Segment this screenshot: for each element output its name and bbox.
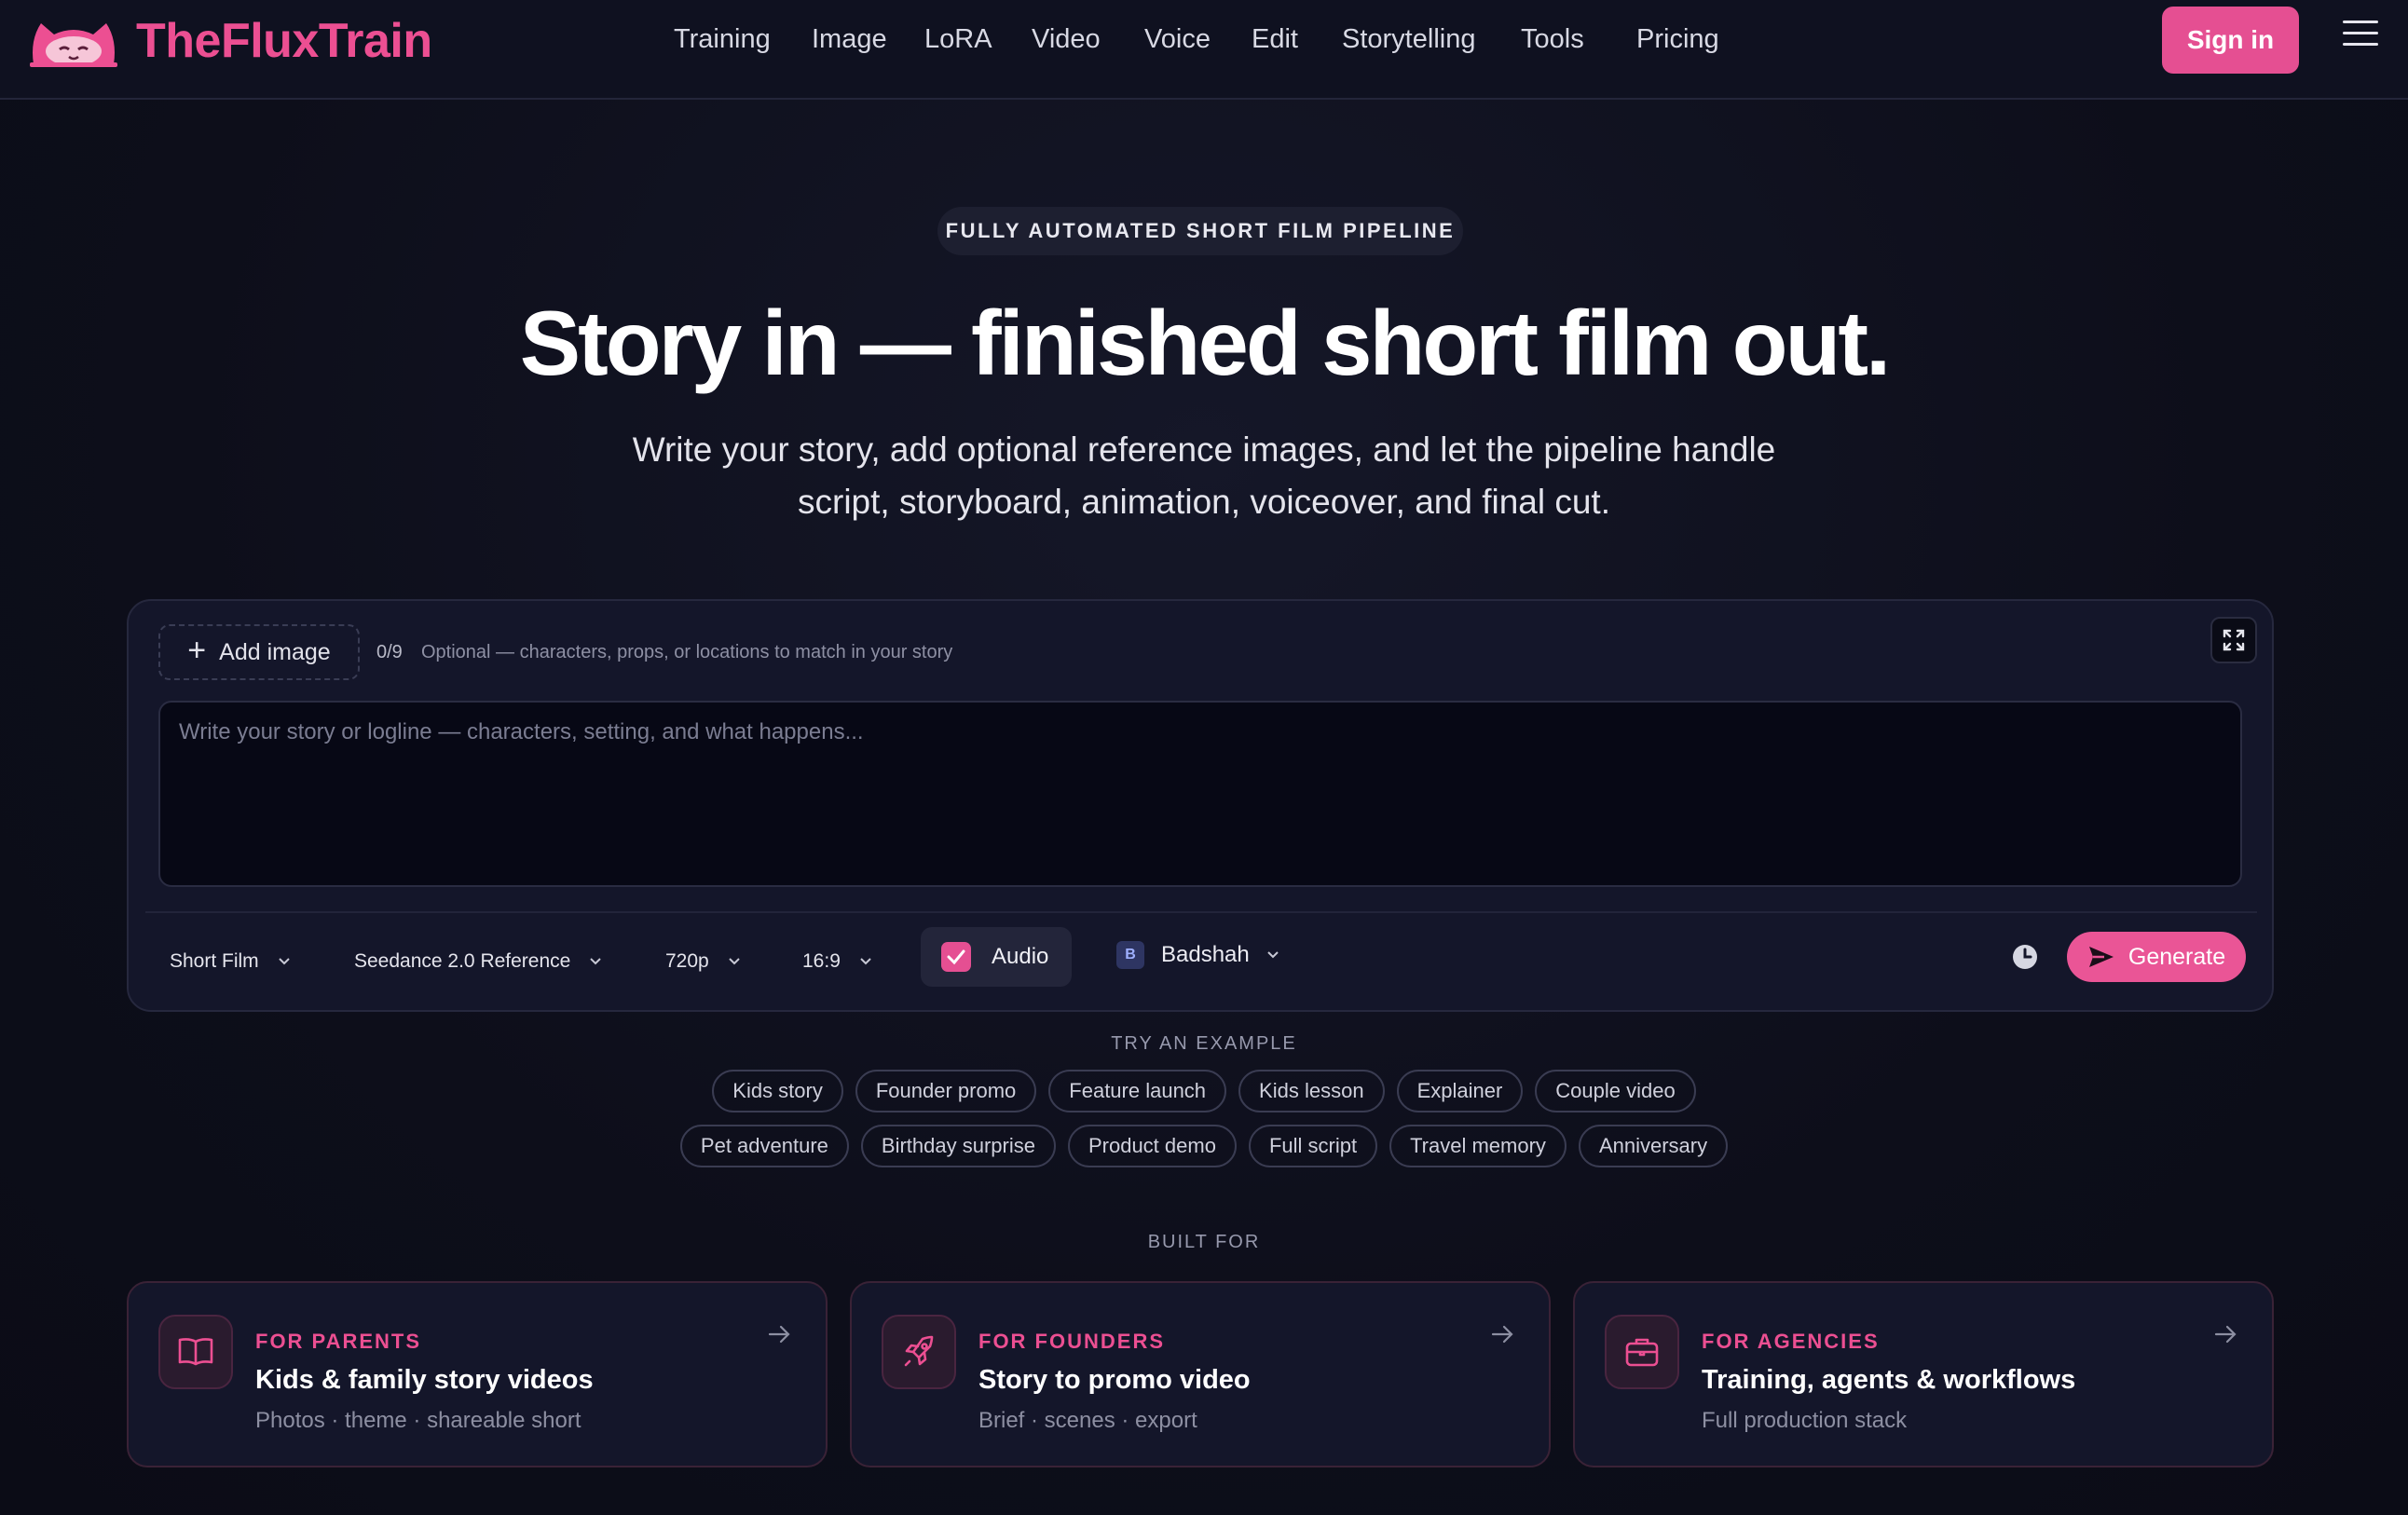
aspect-select[interactable]: 16:9	[802, 950, 872, 973]
hero-subtitle: Write your story, add optional reference…	[552, 424, 1856, 528]
nav-voice[interactable]: Voice	[1144, 24, 1211, 55]
example-chip[interactable]: Founder promo	[855, 1070, 1037, 1112]
arrow-right-icon	[2214, 1325, 2237, 1344]
examples-label: TRY AN EXAMPLE	[1111, 1033, 1297, 1054]
nav-video[interactable]: Video	[1032, 24, 1101, 55]
chevron-down-icon	[1267, 951, 1279, 959]
format-value: Short Film	[170, 950, 259, 972]
nav-storytelling[interactable]: Storytelling	[1342, 24, 1475, 55]
story-composer: + Add image 0/9 Optional — characters, p…	[127, 599, 2274, 1012]
example-chip[interactable]: Birthday surprise	[860, 1125, 1056, 1167]
hero-tag: FULLY AUTOMATED SHORT FILM PIPELINE	[937, 207, 1463, 255]
card-title: Training, agents & workflows	[1702, 1365, 2076, 1395]
nav-training[interactable]: Training	[674, 24, 771, 55]
logo-mascot-icon	[30, 23, 117, 67]
hamburger-icon[interactable]	[2343, 20, 2378, 48]
model-select[interactable]: Seedance 2.0 Reference	[354, 950, 602, 973]
hero-subtitle-line-1: Write your story, add optional reference…	[632, 430, 1776, 469]
example-chip[interactable]: Feature launch	[1048, 1070, 1227, 1112]
built-for-card-agencies[interactable]: FOR AGENCIES Training, agents & workflow…	[1573, 1281, 2274, 1467]
generate-label: Generate	[2128, 943, 2226, 970]
voice-select[interactable]: B Badshah	[1116, 941, 1279, 969]
example-chip[interactable]: Full script	[1248, 1125, 1378, 1167]
add-image-label: Add image	[219, 638, 331, 665]
card-subtitle: Brief · scenes · export	[978, 1408, 1197, 1433]
hero-title: Story in — finished short film out.	[519, 292, 1891, 394]
arrow-right-icon	[1491, 1325, 1513, 1344]
aspect-value: 16:9	[802, 950, 841, 972]
example-chip[interactable]: Couple video	[1535, 1070, 1696, 1112]
card-kicker: FOR FOUNDERS	[978, 1330, 1165, 1353]
example-chip[interactable]: Kids story	[712, 1070, 843, 1112]
nav-tools[interactable]: Tools	[1521, 24, 1584, 55]
arrow-right-icon	[768, 1325, 790, 1344]
resolution-value: 720p	[665, 950, 709, 972]
image-hint: Optional — characters, props, or locatio…	[421, 642, 953, 662]
chevron-down-icon	[729, 958, 740, 965]
voice-name: Badshah	[1161, 942, 1250, 967]
example-chip[interactable]: Product demo	[1067, 1125, 1237, 1167]
card-title: Story to promo video	[978, 1365, 1251, 1395]
history-clock-icon[interactable]	[2011, 943, 2039, 971]
image-count: 0/9	[376, 642, 403, 662]
example-chip[interactable]: Travel memory	[1389, 1125, 1567, 1167]
example-chips-row-1: Kids story Founder promo Feature launch …	[0, 1070, 2408, 1112]
example-chip[interactable]: Pet adventure	[679, 1125, 849, 1167]
model-value: Seedance 2.0 Reference	[354, 950, 571, 972]
composer-divider	[145, 911, 2257, 913]
brand-logo[interactable]: TheFluxTrain	[28, 13, 432, 69]
card-title: Kids & family story videos	[255, 1365, 594, 1395]
nav-pricing[interactable]: Pricing	[1636, 24, 1719, 55]
briefcase-icon	[1605, 1315, 1679, 1389]
card-subtitle: Full production stack	[1702, 1408, 1908, 1433]
chevron-down-icon	[860, 958, 871, 965]
card-subtitle: Photos · theme · shareable short	[255, 1408, 581, 1433]
resolution-select[interactable]: 720p	[665, 950, 741, 973]
brand-name: TheFluxTrain	[136, 14, 432, 68]
format-select[interactable]: Short Film	[170, 950, 291, 973]
top-navbar: TheFluxTrain Training Image LoRA Video V…	[0, 0, 2408, 100]
send-icon	[2088, 947, 2114, 967]
generate-button[interactable]: Generate	[2067, 932, 2246, 982]
audio-label: Audio	[992, 944, 1049, 969]
chevron-down-icon	[590, 958, 602, 965]
built-for-card-founders[interactable]: FOR FOUNDERS Story to promo video Brief …	[850, 1281, 1551, 1467]
audio-toggle[interactable]: Audio	[921, 927, 1072, 987]
add-image-button[interactable]: + Add image	[158, 624, 360, 680]
story-input[interactable]	[158, 701, 2242, 887]
nav-lora[interactable]: LoRA	[924, 24, 992, 55]
expand-icon[interactable]	[2210, 617, 2257, 663]
example-chip[interactable]: Anniversary	[1578, 1125, 1729, 1167]
example-chip[interactable]: Kids lesson	[1238, 1070, 1385, 1112]
book-icon	[158, 1315, 233, 1389]
nav-edit[interactable]: Edit	[1252, 24, 1298, 55]
card-kicker: FOR AGENCIES	[1702, 1330, 1880, 1353]
card-kicker: FOR PARENTS	[255, 1330, 422, 1353]
chevron-down-icon	[278, 958, 290, 965]
nav-image[interactable]: Image	[812, 24, 887, 55]
sign-in-button[interactable]: Sign in	[2162, 7, 2299, 74]
checkbox-checked-icon	[941, 942, 971, 972]
example-chip[interactable]: Explainer	[1396, 1070, 1524, 1112]
rocket-icon	[882, 1315, 956, 1389]
hero-subtitle-line-2: script, storyboard, animation, voiceover…	[798, 483, 1610, 521]
voice-avatar: B	[1116, 941, 1144, 969]
built-for-card-parents[interactable]: FOR PARENTS Kids & family story videos P…	[127, 1281, 828, 1467]
example-chips-row-2: Pet adventure Birthday surprise Product …	[0, 1125, 2408, 1167]
plus-icon: +	[187, 633, 207, 668]
built-for-label: BUILT FOR	[1147, 1232, 1261, 1252]
